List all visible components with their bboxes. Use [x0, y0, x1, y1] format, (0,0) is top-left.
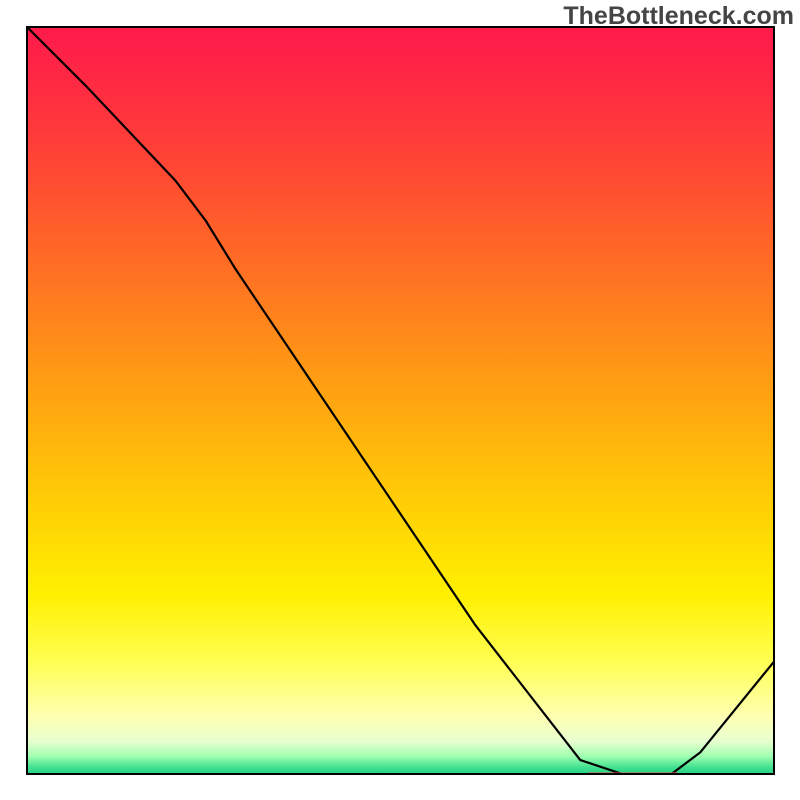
watermark-text: TheBottleneck.com — [563, 2, 794, 31]
chart-plot — [26, 26, 775, 775]
chart-area — [26, 26, 775, 775]
page-root: TheBottleneck.com — [0, 0, 800, 800]
chart-series-curve — [26, 26, 775, 775]
chart-frame — [26, 26, 775, 775]
